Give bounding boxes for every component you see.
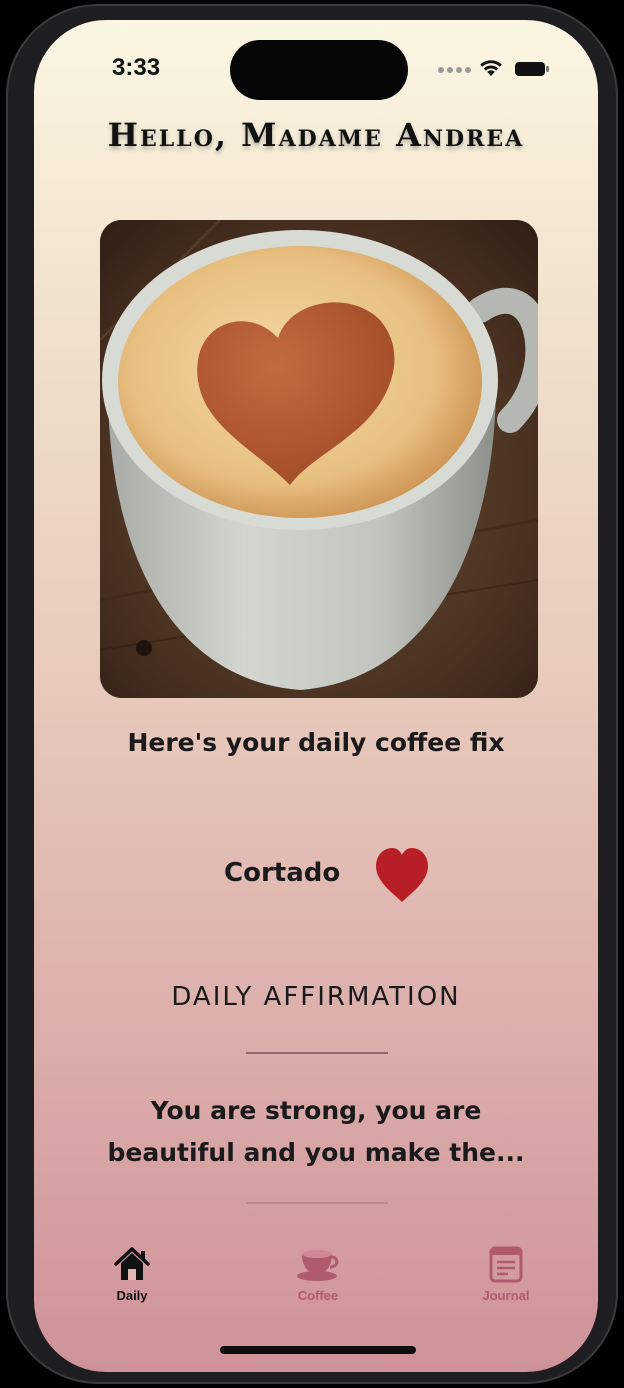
- tab-journal[interactable]: Journal: [446, 1240, 566, 1320]
- coffee-photo: [100, 220, 538, 698]
- tab-bar: Daily Coffee Journal: [34, 1240, 598, 1320]
- tab-coffee-label: Coffee: [297, 1288, 339, 1303]
- affirmation-divider-top: [246, 1052, 388, 1054]
- status-bar: 3:33: [34, 20, 598, 120]
- battery-icon: [515, 62, 549, 76]
- coffee-name: Cortado: [224, 858, 341, 888]
- affirmation-text: You are strong, you are beautiful and yo…: [107, 1096, 525, 1167]
- phone-frame: 3:33 Hello, Madame Andrea Here's your da…: [6, 4, 618, 1384]
- house-icon: [114, 1247, 150, 1280]
- heart-icon[interactable]: [374, 846, 430, 904]
- tab-daily-label: Daily: [116, 1288, 148, 1303]
- daily-subtitle: Here's your daily coffee fix: [127, 728, 505, 757]
- affirmation-title: DAILY AFFIRMATION: [171, 982, 461, 1012]
- coffee-cup-icon: [297, 1250, 339, 1281]
- home-indicator[interactable]: [220, 1346, 416, 1354]
- wifi-icon: [480, 60, 502, 76]
- status-time: 3:33: [112, 54, 161, 81]
- journal-icon: [489, 1246, 523, 1283]
- greeting-title: Hello, Madame Andrea: [107, 116, 525, 154]
- affirmation-divider-bottom: [246, 1202, 388, 1204]
- dynamic-island: [230, 40, 408, 100]
- tab-daily[interactable]: Daily: [72, 1240, 192, 1320]
- app-screen: 3:33 Hello, Madame Andrea Here's your da…: [34, 20, 598, 1372]
- cellular-signal-icon: [438, 67, 472, 73]
- coffee-of-the-day: Cortado: [34, 844, 598, 908]
- tab-coffee[interactable]: Coffee: [258, 1240, 378, 1320]
- tab-journal-label: Journal: [482, 1288, 530, 1303]
